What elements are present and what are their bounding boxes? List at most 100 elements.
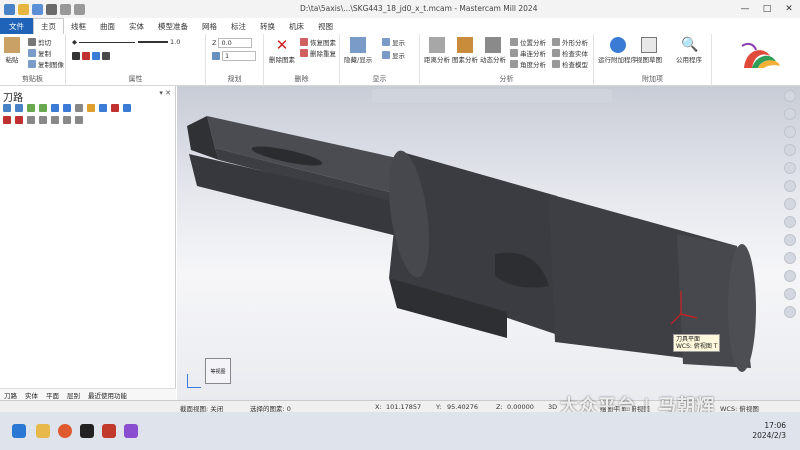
app-icon[interactable] [124,424,138,438]
viewport-tool-12-icon[interactable] [784,288,796,300]
backplot-icon[interactable] [51,104,59,112]
z-depth-combo[interactable]: Z 0.0 [212,38,253,48]
check-solid-button[interactable]: 检查实体 [552,48,588,58]
mode-3d[interactable]: 3D [548,403,557,411]
mastercam-icon[interactable] [102,424,116,438]
close-button[interactable]: ✕ [778,0,800,18]
viewport-tool-7-icon[interactable] [784,198,796,210]
color-row[interactable] [72,52,110,60]
remove-duplicates-button[interactable]: 删除重复 [300,48,336,58]
entity-analysis-button[interactable]: 图素分析 [452,37,478,64]
select-failed-icon[interactable] [15,104,23,112]
cut-icon [28,38,36,46]
select-all-icon[interactable] [3,104,11,112]
viewport-tool-5-icon[interactable] [784,162,796,174]
paste-button[interactable]: 粘贴 [4,37,20,64]
viewport-tool-13-icon[interactable] [784,306,796,318]
position-analysis-button[interactable]: 位置分析 [510,37,546,47]
clock[interactable]: 17:06 2024/2/3 [752,421,786,441]
ribbon: 粘贴 剪切 复制 复制图像 剪贴板 ◆ 1.0 属性 Z 0.0 1 规划 ✕ … [0,34,800,86]
redo-icon[interactable] [74,3,85,15]
post-icon[interactable] [87,104,95,112]
lock-icon[interactable] [75,116,83,124]
start-icon[interactable] [12,424,26,438]
scroll-to-icon[interactable] [39,116,47,124]
level-combo[interactable]: 1 [212,51,256,61]
viewport-tool-2-icon[interactable] [784,108,796,120]
help-icon[interactable] [123,104,131,112]
move-down-icon[interactable] [3,116,11,124]
line-width-control[interactable]: 1.0 [138,38,180,46]
browser-icon[interactable] [58,424,72,438]
verify-icon[interactable] [63,104,71,112]
move-up-icon[interactable] [15,116,23,124]
delete-ops-icon[interactable] [111,104,119,112]
tab-surfaces[interactable]: 曲面 [93,18,122,34]
viewport-tool-8-icon[interactable] [784,216,796,228]
print-icon[interactable] [46,3,57,15]
solid-color-icon [82,52,90,60]
contour-analysis-button[interactable]: 外形分析 [552,37,588,47]
toggle-display-icon[interactable] [63,116,71,124]
tab-mesh[interactable]: 网格 [195,18,224,34]
y-label: Y: [436,403,442,411]
maximize-button[interactable]: □ [756,0,778,18]
viewport-tool-3-icon[interactable] [784,126,796,138]
tab-solids-manager[interactable]: 实体 [25,390,38,400]
view-cube[interactable]: 等视图 [205,358,231,384]
tab-toolpaths[interactable]: 刀路 [4,390,17,400]
dynamic-analysis-button[interactable]: 动态分析 [480,37,506,64]
display-toggle-button[interactable]: 显示 [382,50,405,60]
cut-button[interactable]: 剪切 [28,37,51,47]
single-op-icon[interactable] [51,116,59,124]
tab-transform[interactable]: 转换 [253,18,282,34]
minimize-button[interactable]: — [734,0,756,18]
tab-machine[interactable]: 机床 [282,18,311,34]
blank-button[interactable]: 显示 [382,37,405,47]
part-model[interactable] [177,86,800,400]
tab-planes[interactable]: 平面 [46,390,59,400]
simulate-icon[interactable] [75,104,83,112]
tab-view[interactable]: 视图 [311,18,340,34]
viewport-tool-11-icon[interactable] [784,270,796,282]
viewport-tool-6-icon[interactable] [784,180,796,192]
distance-analysis-button[interactable]: 距离分析 [424,37,450,64]
angle-analysis-button[interactable]: 角度分析 [510,59,546,69]
highfeed-icon[interactable] [99,104,107,112]
regenerate-dirty-icon[interactable] [39,104,47,112]
tab-model-prep[interactable]: 模型准备 [151,18,195,34]
show-hide-button[interactable]: 隐藏/显示 [344,37,372,64]
tab-dimension[interactable]: 标注 [224,18,253,34]
panel-controls[interactable]: ▾ ✕ [159,89,171,97]
tab-home[interactable]: 主页 [33,18,64,34]
utility-button[interactable]: 🔍 公用程序 [676,37,702,64]
viewport-tool-1-icon[interactable] [784,90,796,102]
file-explorer-icon[interactable] [36,424,50,438]
open-file-icon[interactable] [18,3,29,15]
undo-icon[interactable] [60,3,71,15]
new-file-icon[interactable] [4,3,15,15]
recorder-icon[interactable] [80,424,94,438]
run-addin-button[interactable]: 运行附加程序 [598,37,637,64]
graphics-viewport[interactable]: 刀具平面 WCS: 俯视图 T 等视图 [177,86,800,400]
distance-icon [429,37,445,53]
delete-entities-button[interactable]: ✕ 删除图素 [269,37,295,64]
viewport-tool-9-icon[interactable] [784,234,796,246]
viewport-tool-10-icon[interactable] [784,252,796,264]
viewport-tool-4-icon[interactable] [784,144,796,156]
tab-wireframe[interactable]: 线框 [64,18,93,34]
view-sketch-button[interactable]: 视图草图 [636,37,662,64]
copy-image-button[interactable]: 复制图像 [28,59,64,69]
chain-analysis-button[interactable]: 串连分析 [510,48,546,58]
insert-arrow-icon[interactable] [27,116,35,124]
regenerate-icon[interactable] [27,104,35,112]
undelete-button[interactable]: 恢复图素 [300,37,336,47]
point-style-control[interactable]: ◆ [72,38,135,46]
copy-button[interactable]: 复制 [28,48,51,58]
check-model-button[interactable]: 检查模型 [552,59,588,69]
tab-levels[interactable]: 层别 [67,390,80,400]
tab-file[interactable]: 文件 [0,18,33,34]
save-icon[interactable] [32,3,43,15]
tab-solids[interactable]: 实体 [122,18,151,34]
tab-recent-functions[interactable]: 最近使用功能 [88,390,127,400]
